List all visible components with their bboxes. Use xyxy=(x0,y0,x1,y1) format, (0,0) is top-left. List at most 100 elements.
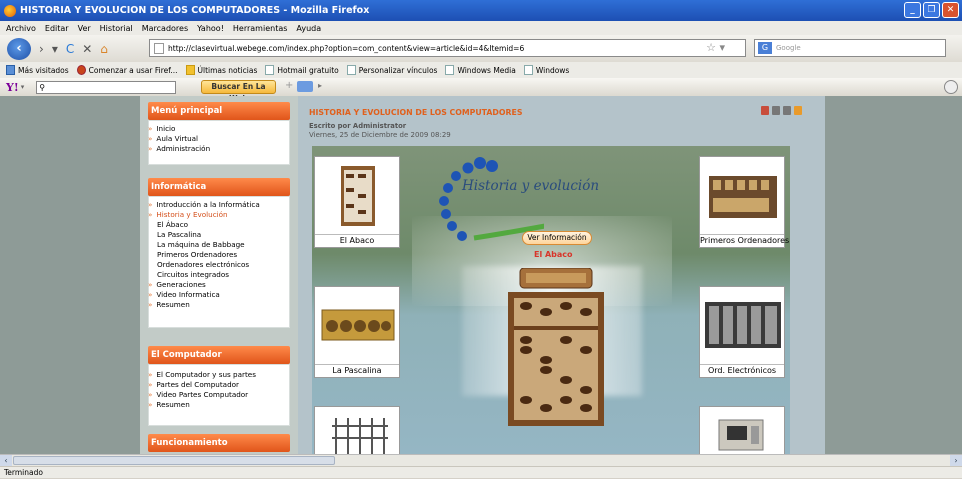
page-icon xyxy=(154,42,164,54)
card-primeros-ordenadores[interactable]: Primeros Ordenadores xyxy=(699,156,790,248)
sidebar-item-partes-computador[interactable]: » Partes del Computador xyxy=(148,380,239,389)
bookmark-mas-visitados[interactable]: Más visitados xyxy=(6,65,69,75)
bookmark-icon xyxy=(523,65,533,75)
sidebar-item-circuitos[interactable]: Circuitos integrados xyxy=(157,270,229,279)
bookmark-windows-media[interactable]: Windows Media xyxy=(445,65,516,75)
bookmark-icon xyxy=(265,65,275,75)
card-la-pascalina[interactable]: La Pascalina xyxy=(314,286,400,378)
firefox-icon xyxy=(4,4,16,17)
forward-button[interactable]: › xyxy=(39,42,44,56)
settings-icon[interactable] xyxy=(944,80,958,94)
menu-herramientas[interactable]: Herramientas xyxy=(233,24,288,33)
scroll-left-icon[interactable]: ‹ xyxy=(0,455,12,466)
print-icon[interactable] xyxy=(772,106,780,115)
sidebar-item-video-partes[interactable]: » Video Partes Computador xyxy=(148,390,248,399)
home-icon[interactable]: ⌂ xyxy=(100,42,108,56)
url-bar[interactable]: http://clasevirtual.webege.com/index.php… xyxy=(149,39,746,57)
bookmark-windows[interactable]: Windows xyxy=(523,65,569,75)
article-title: HISTORIA Y EVOLUCION DE LOS COMPUTADORES xyxy=(309,108,523,117)
yahoo-dropdown-icon[interactable]: ▾ xyxy=(21,83,25,91)
sidebar-item-inicio[interactable]: » Inicio xyxy=(148,124,175,133)
yahoo-search-input[interactable]: ⚲ xyxy=(36,80,177,94)
navigation-toolbar: ‹ › ▾ C ✕ ⌂ http://clasevirtual.webege.c… xyxy=(0,35,962,62)
add-icon[interactable]: + xyxy=(285,80,293,91)
stop-icon[interactable]: ✕ xyxy=(82,42,92,56)
yahoo-logo[interactable]: Y! xyxy=(6,81,19,94)
card-label-primeros-ordenadores: Primeros Ordenadores xyxy=(700,234,790,247)
sidebar-item-resumen-computador[interactable]: » Resumen xyxy=(148,400,190,409)
menu-editar[interactable]: Editar xyxy=(45,24,69,33)
maximize-button[interactable]: ❐ xyxy=(923,2,940,18)
bookmark-hotmail[interactable]: Hotmail gratuito xyxy=(265,65,339,75)
menu-bar: Archivo Editar Ver Historial Marcadores … xyxy=(0,21,962,35)
search-placeholder: Google xyxy=(776,44,801,52)
search-box[interactable]: G Google xyxy=(754,39,946,57)
abacus-image xyxy=(316,158,398,234)
electronic-computer-image xyxy=(701,288,783,364)
bookmark-personalizar[interactable]: Personalizar vínculos xyxy=(346,65,437,75)
star-icon[interactable]: ☆ ▾ xyxy=(706,41,725,54)
scroll-right-icon[interactable]: › xyxy=(950,455,962,466)
mail-icon[interactable] xyxy=(297,81,313,92)
sidebar-item-video-informatica[interactable]: » Video Informatica xyxy=(148,290,220,299)
chevron-right-icon[interactable]: ▸ xyxy=(318,81,322,90)
yahoo-search-button[interactable]: Buscar En La Web xyxy=(201,80,276,103)
back-button[interactable]: ‹ xyxy=(7,37,31,60)
sidebar-item-babbage[interactable]: La máquina de Babbage xyxy=(157,240,245,249)
search-icon: ⚲ xyxy=(39,82,46,92)
sidebar-item-primeros-ordenadores[interactable]: Primeros Ordenadores xyxy=(157,250,237,259)
article-tools xyxy=(761,106,802,115)
dropdown-arrow-icon[interactable]: ▾ xyxy=(52,42,58,56)
pascaline-image xyxy=(316,288,398,364)
card-circuitos[interactable] xyxy=(699,406,785,454)
funcionamiento-header: Funcionamiento xyxy=(148,434,290,452)
sidebar-item-pascalina[interactable]: La Pascalina xyxy=(157,230,201,239)
ver-informacion-button[interactable]: Ver Información xyxy=(522,231,592,245)
email-icon[interactable] xyxy=(783,106,791,115)
google-icon[interactable]: G xyxy=(758,42,772,54)
reload-icon[interactable]: C xyxy=(66,42,74,56)
informatica-header: Informática xyxy=(148,178,290,196)
sidebar-item-ordenadores-electronicos[interactable]: Ordenadores electrónicos xyxy=(157,260,249,269)
sidebar-item-abaco[interactable]: El Ábaco xyxy=(157,220,188,229)
url-text[interactable]: http://clasevirtual.webege.com/index.php… xyxy=(168,44,524,53)
menu-historial[interactable]: Historial xyxy=(100,24,133,33)
minimize-button[interactable]: _ xyxy=(904,2,921,18)
rss-folder-icon xyxy=(185,65,195,75)
early-computer-image xyxy=(701,158,783,234)
menu-ayuda[interactable]: Ayuda xyxy=(296,24,321,33)
bookmark-icon xyxy=(445,65,455,75)
sidebar-item-generaciones[interactable]: » Generaciones xyxy=(148,280,206,289)
card-label-la-pascalina: La Pascalina xyxy=(315,364,399,377)
menu-ver[interactable]: Ver xyxy=(78,24,91,33)
sidebar-item-introduccion[interactable]: » Introducción a la Informática xyxy=(148,200,260,209)
edit-icon[interactable] xyxy=(794,106,802,115)
card-babbage[interactable] xyxy=(314,406,400,454)
bookmark-ultimas-noticias[interactable]: Últimas noticias xyxy=(185,65,257,75)
yahoo-toolbar: Y! ▾ ⚲ Buscar En La Web + ▸ xyxy=(0,78,962,103)
card-ord-electronicos[interactable]: Ord. Electrónicos xyxy=(699,286,785,378)
sidebar: Menú principal » Inicio » Aula Virtual » Ad… xyxy=(140,96,298,454)
close-button[interactable]: ✕ xyxy=(942,2,959,18)
pdf-icon[interactable] xyxy=(761,106,769,115)
flash-presentation[interactable]: Historia y evolución El Abaco Primeros O… xyxy=(312,146,790,454)
card-label-el-abaco: El Abaco xyxy=(315,234,399,247)
scrollbar-thumb[interactable] xyxy=(13,456,335,465)
menu-archivo[interactable]: Archivo xyxy=(6,24,36,33)
menu-marcadores[interactable]: Marcadores xyxy=(142,24,188,33)
menu-yahoo[interactable]: Yahoo! xyxy=(197,24,224,33)
sidebar-item-resumen[interactable]: » Resumen xyxy=(148,300,190,309)
card-label-ord-electronicos: Ord. Electrónicos xyxy=(700,364,784,377)
sidebar-item-administracion[interactable]: » Administración xyxy=(148,144,210,153)
bookmarks-toolbar: Más visitados Comenzar a usar Firef... Ú… xyxy=(0,62,962,78)
sidebar-item-computador-partes[interactable]: » El Computador y sus partes xyxy=(148,370,256,379)
horizontal-scrollbar[interactable]: ‹ › xyxy=(0,454,962,466)
article-content: HISTORIA Y EVOLUCION DE LOS COMPUTADORES… xyxy=(298,96,825,454)
article-date: Viernes, 25 de Diciembre de 2009 08:29 xyxy=(309,131,451,139)
window-title: HISTORIA Y EVOLUCION DE LOS COMPUTADORES… xyxy=(20,5,370,16)
sidebar-item-historia[interactable]: » Historia y Evolución xyxy=(148,210,228,219)
sidebar-item-aula-virtual[interactable]: » Aula Virtual xyxy=(148,134,198,143)
bookmark-comenzar[interactable]: Comenzar a usar Firef... xyxy=(76,65,178,75)
computador-header: El Computador xyxy=(148,346,290,364)
card-el-abaco[interactable]: El Abaco xyxy=(314,156,400,248)
